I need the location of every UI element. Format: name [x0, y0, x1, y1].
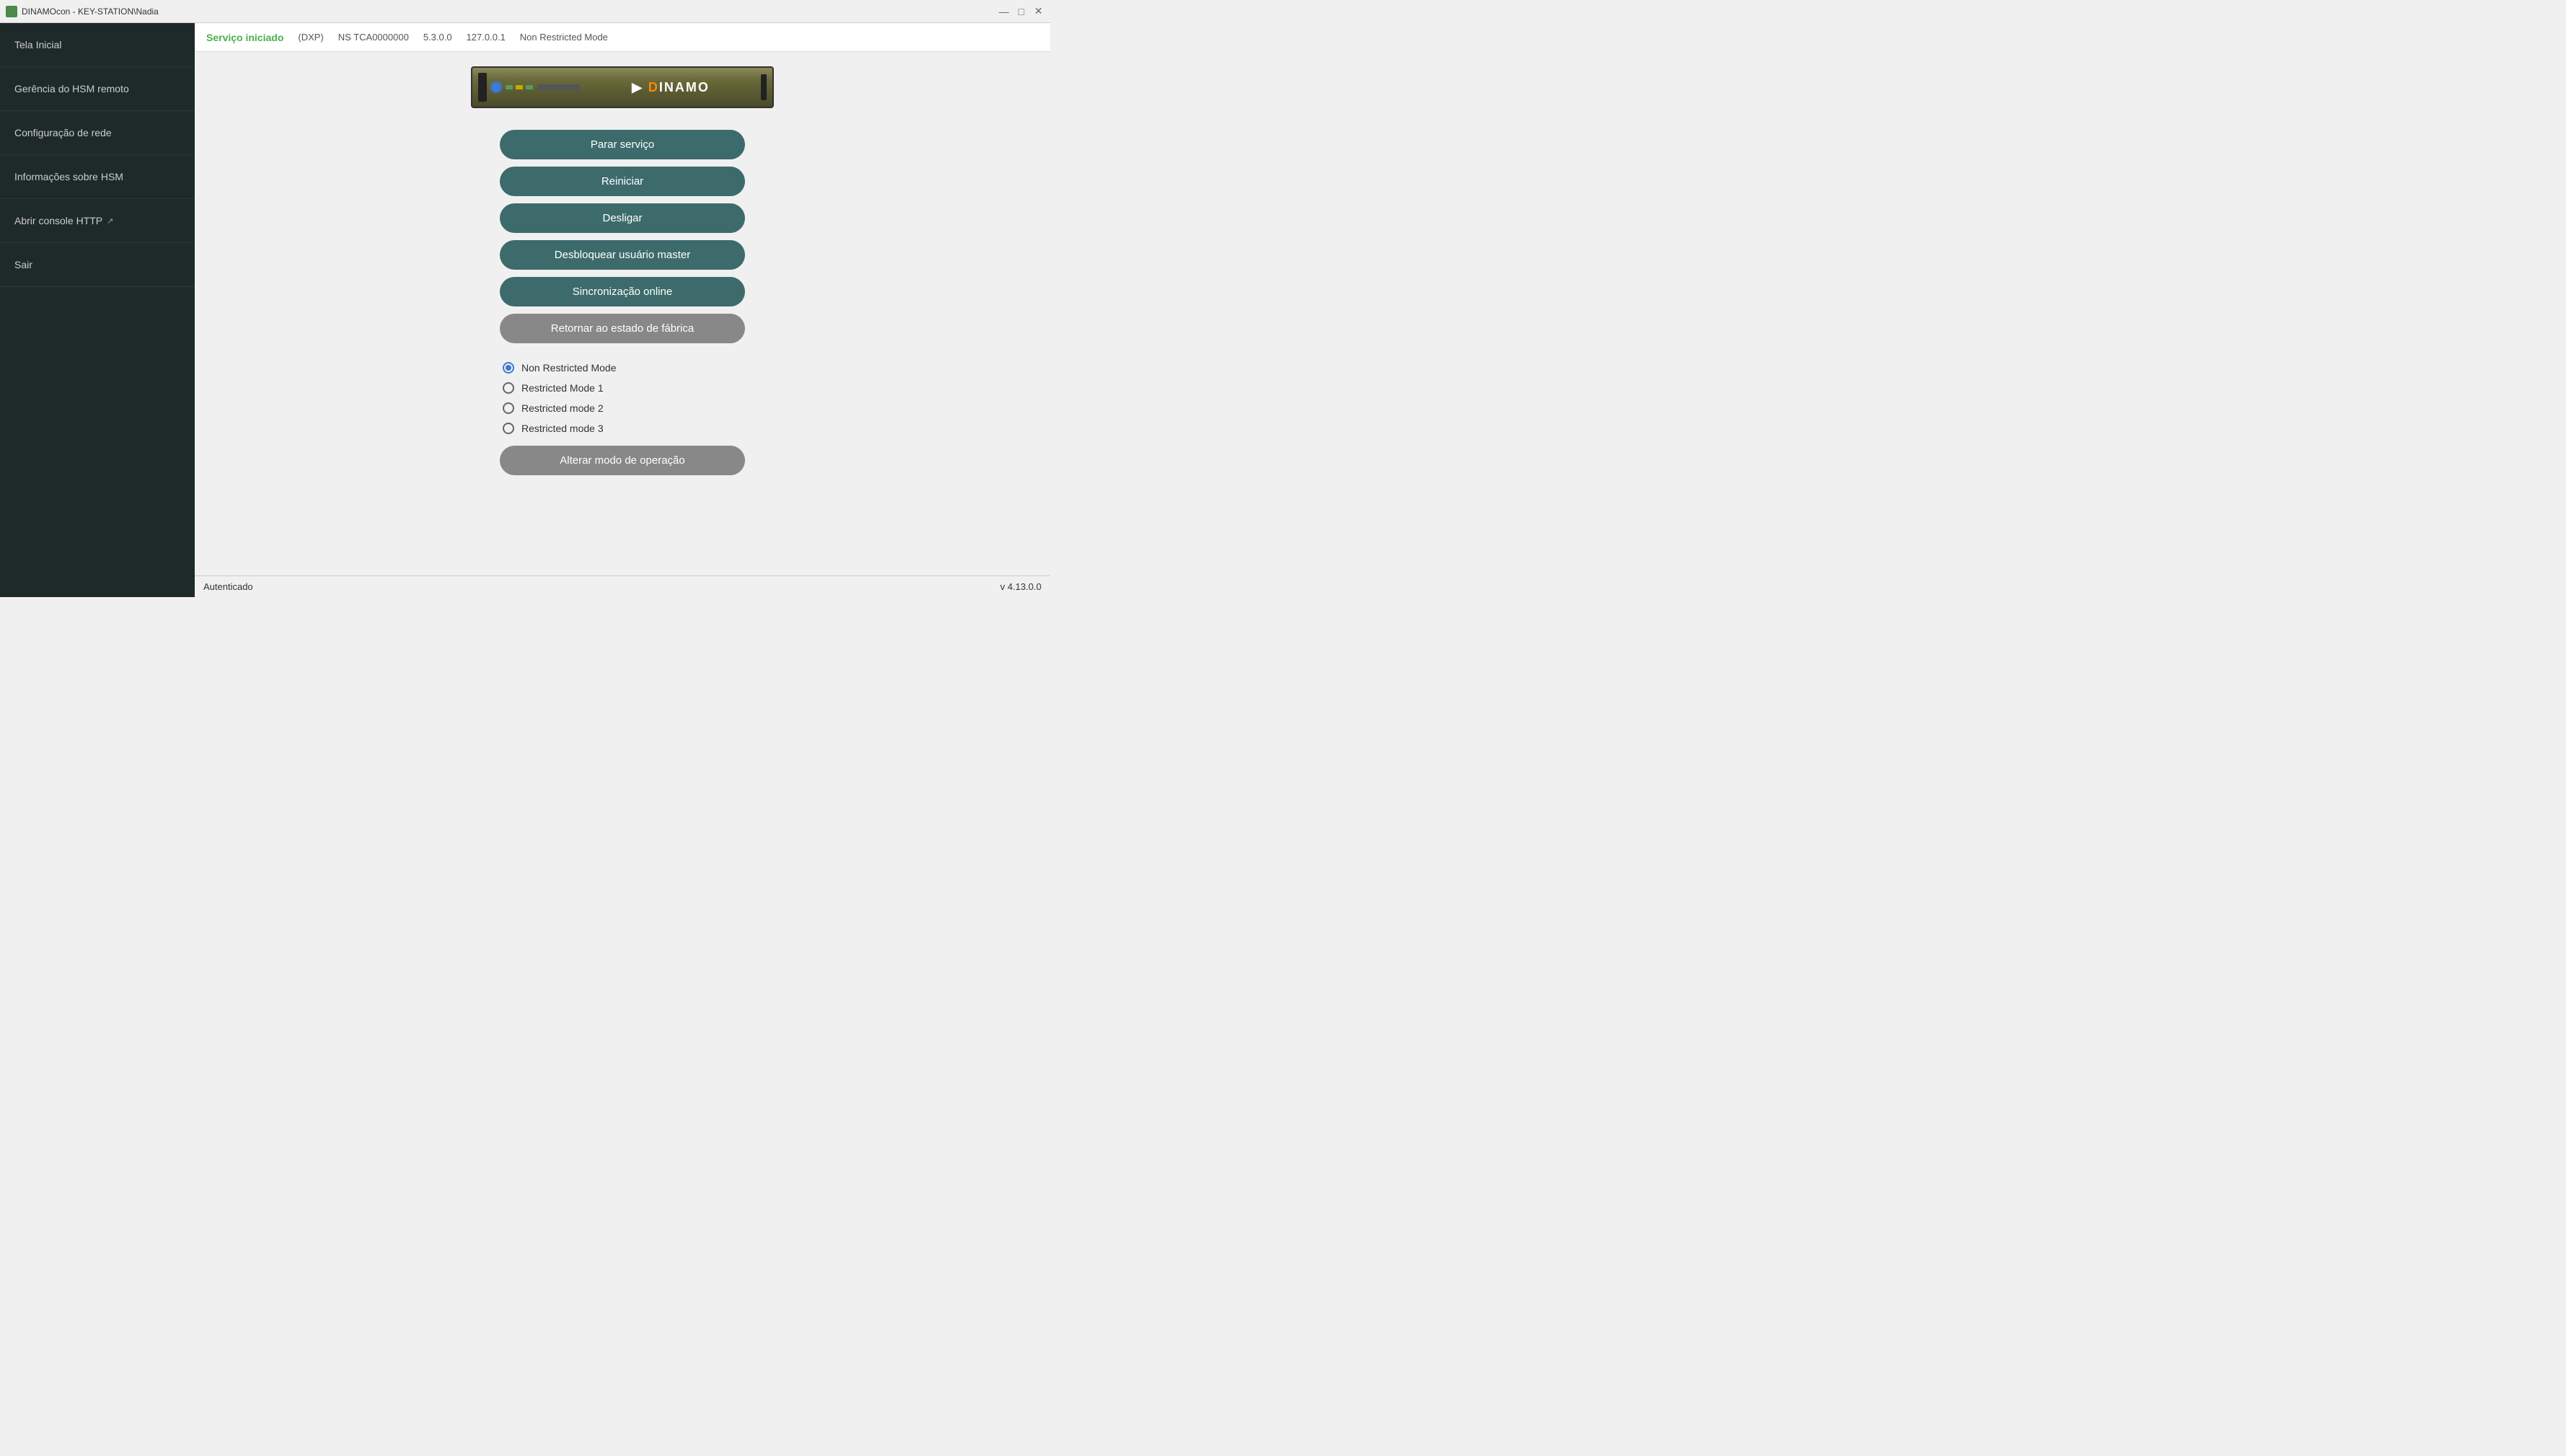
minimize-button[interactable]: — — [998, 6, 1010, 17]
sincronizacao-online-button[interactable]: Sincronização online — [500, 277, 745, 306]
main-content: ▶ DINAMO Parar serviço Reiniciar Desliga… — [195, 52, 1050, 575]
radio-non-restricted[interactable]: Non Restricted Mode — [500, 358, 745, 378]
auth-status: Autenticado — [203, 581, 1000, 592]
hsm-led — [491, 82, 501, 92]
hsm-indicator-1 — [506, 85, 513, 89]
radio-restricted-1[interactable]: Restricted Mode 1 — [500, 378, 745, 398]
radio-restricted-2[interactable]: Restricted mode 2 — [500, 398, 745, 418]
sidebar-item-config-rede[interactable]: Configuração de rede — [0, 111, 195, 155]
hsm-indicators — [506, 85, 533, 89]
retornar-fabrica-button[interactable]: Retornar ao estado de fábrica — [500, 314, 745, 343]
hsm-indicator-2 — [516, 85, 523, 89]
sidebar-item-label: Abrir console HTTP ↗ — [14, 215, 180, 226]
hsm-logo: ▶ DINAMO — [632, 80, 710, 95]
status-dxp: (DXP) — [298, 32, 323, 43]
hsm-slot-right — [761, 74, 767, 100]
sidebar-item-label: Configuração de rede — [14, 127, 180, 138]
radio-circle-restricted-2 — [503, 402, 514, 414]
status-bar-bottom: Autenticado v 4.13.0.0 — [195, 575, 1050, 597]
radio-circle-non-restricted — [503, 362, 514, 374]
app-body: Tela Inicial Gerência do HSM remoto Conf… — [0, 23, 1050, 597]
close-button[interactable]: ✕ — [1033, 6, 1044, 17]
status-ip: 127.0.0.1 — [467, 32, 506, 43]
hsm-bar — [537, 84, 581, 90]
hsm-right-section — [761, 74, 767, 100]
sidebar-item-label: Tela Inicial — [14, 39, 180, 50]
hsm-device-image: ▶ DINAMO — [471, 66, 774, 108]
alterar-modo-button[interactable]: Alterar modo de operação — [500, 446, 745, 475]
external-link-icon: ↗ — [107, 216, 113, 226]
status-bar-top: Serviço iniciado (DXP) NS TCA0000000 5.3… — [195, 23, 1050, 52]
window-title: DINAMOcon - KEY-STATION\Nadia — [22, 6, 998, 17]
status-version: 5.3.0.0 — [423, 32, 452, 43]
window-controls: — □ ✕ — [998, 6, 1044, 17]
sidebar-item-sair[interactable]: Sair — [0, 243, 195, 287]
content-area: Serviço iniciado (DXP) NS TCA0000000 5.3… — [195, 23, 1050, 597]
sidebar-item-label: Sair — [14, 259, 180, 270]
sidebar-item-gerencia-hsm[interactable]: Gerência do HSM remoto — [0, 67, 195, 111]
parar-servico-button[interactable]: Parar serviço — [500, 130, 745, 159]
sidebar-item-tela-inicial[interactable]: Tela Inicial — [0, 23, 195, 67]
app-icon — [6, 6, 17, 17]
desbloquear-master-button[interactable]: Desbloquear usuário master — [500, 240, 745, 270]
sidebar-item-label: Gerência do HSM remoto — [14, 83, 180, 94]
hsm-left-section — [478, 73, 581, 102]
reiniciar-button[interactable]: Reiniciar — [500, 167, 745, 196]
sidebar-item-label: Informações sobre HSM — [14, 171, 180, 182]
sidebar: Tela Inicial Gerência do HSM remoto Conf… — [0, 23, 195, 597]
status-ns: NS TCA0000000 — [338, 32, 409, 43]
radio-circle-restricted-3 — [503, 423, 514, 434]
hsm-indicator-3 — [526, 85, 533, 89]
radio-circle-restricted-1 — [503, 382, 514, 394]
title-bar: DINAMOcon - KEY-STATION\Nadia — □ ✕ — [0, 0, 1050, 23]
app-version: v 4.13.0.0 — [1000, 581, 1041, 592]
service-status: Serviço iniciado — [206, 32, 283, 43]
hsm-slot-left — [478, 73, 487, 102]
status-mode: Non Restricted Mode — [520, 32, 608, 43]
maximize-button[interactable]: □ — [1015, 6, 1027, 17]
sidebar-item-abrir-console[interactable]: Abrir console HTTP ↗ — [0, 199, 195, 243]
sidebar-item-info-hsm[interactable]: Informações sobre HSM — [0, 155, 195, 199]
radio-restricted-3[interactable]: Restricted mode 3 — [500, 418, 745, 438]
desligar-button[interactable]: Desligar — [500, 203, 745, 233]
operation-mode-radio-group: Non Restricted Mode Restricted Mode 1 Re… — [500, 358, 745, 438]
